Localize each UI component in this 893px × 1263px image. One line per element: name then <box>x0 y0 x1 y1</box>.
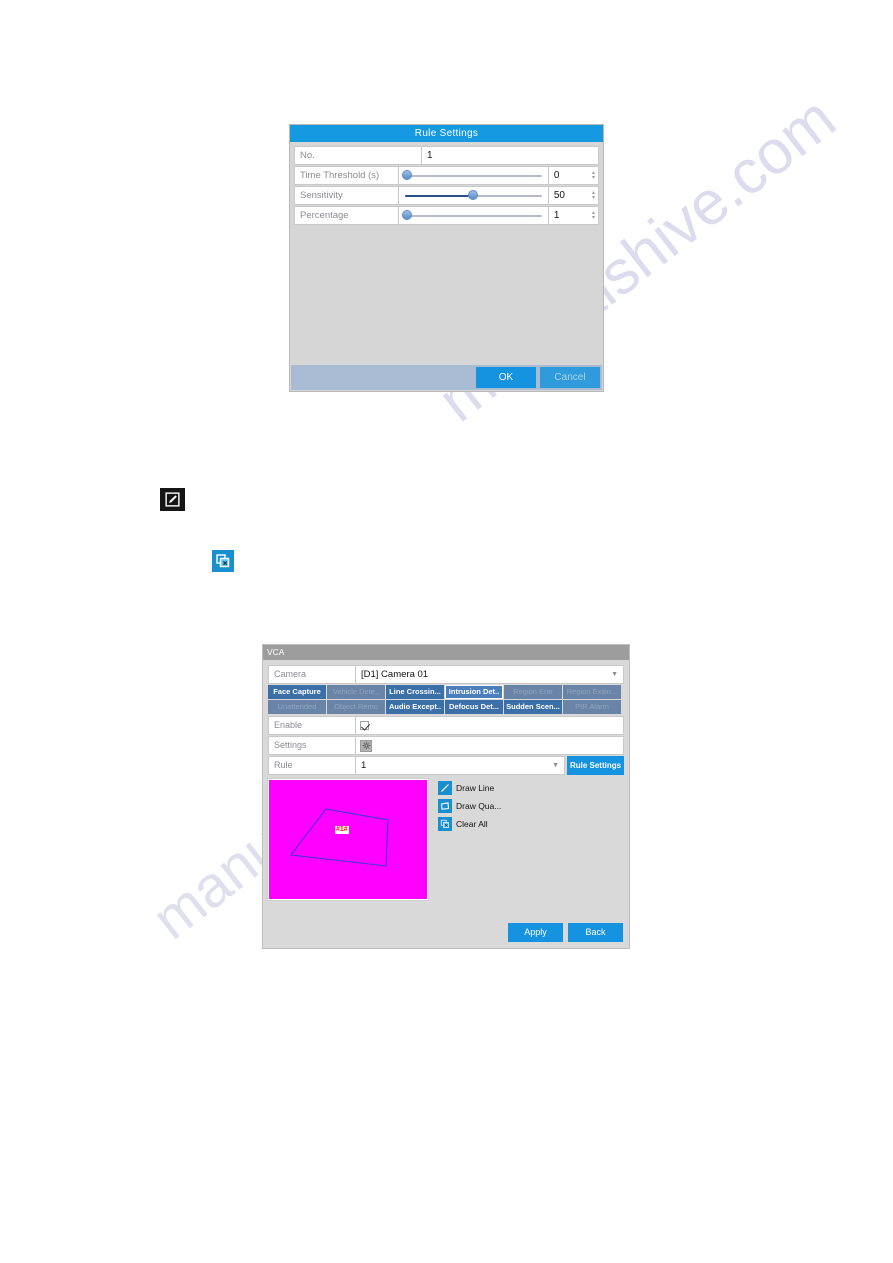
slider-track-time-threshold[interactable] <box>402 170 542 181</box>
enable-label: Enable <box>268 716 356 735</box>
clear-all-icon <box>212 550 234 572</box>
tool-label-clear-all: Clear All <box>456 819 488 829</box>
slider-track-sensitivity[interactable] <box>404 190 542 201</box>
slider-time-threshold[interactable] <box>398 166 549 185</box>
dialog-form: No. 1 Time Threshold (s) 0 ▴ ▾ Sensitivit… <box>290 142 603 369</box>
spinner-percentage[interactable]: 1 ▴ ▾ <box>548 206 599 225</box>
enable-checkbox[interactable] <box>360 721 369 730</box>
vca-footer: Apply Back <box>263 923 629 942</box>
enable-field <box>356 716 624 735</box>
draw-section: #1# Draw Line Draw Qua... Clear All <box>267 778 624 901</box>
tool-label-draw-line: Draw Line <box>456 783 495 793</box>
draw-line-glyph <box>441 784 449 792</box>
spinner-arrows-icon[interactable]: ▴ ▾ <box>592 190 595 201</box>
rule-select-value: 1 <box>361 760 367 771</box>
dialog-empty-area <box>294 226 599 369</box>
vca-event-tab-grid: Face Capture Vehicle Dete.. Line Crossin..… <box>268 685 624 715</box>
vca-tab-pir-alarm[interactable]: PIR Alarm <box>563 700 621 714</box>
slider-handle[interactable] <box>402 170 413 180</box>
draw-quadrilateral-icon <box>438 799 452 813</box>
region-polygon <box>290 808 389 867</box>
gear-glyph <box>362 741 370 750</box>
spinner-sensitivity[interactable]: 50 ▴ ▾ <box>548 186 599 205</box>
vca-tab-face-capture[interactable]: Face Capture <box>268 685 326 699</box>
form-row-time-threshold: Time Threshold (s) 0 ▴ ▾ <box>294 166 599 185</box>
tool-label-draw-quadrilateral: Draw Qua... <box>456 801 502 811</box>
camera-label: Camera <box>268 665 356 684</box>
draw-quadrilateral-glyph <box>440 802 450 810</box>
vca-tab-region-exitin[interactable]: Region Exitin... <box>563 685 621 699</box>
ok-button[interactable]: OK <box>476 367 536 388</box>
rule-label: Rule <box>268 756 356 775</box>
dialog-footer: OK Cancel <box>291 365 602 390</box>
field-value-no[interactable]: 1 <box>422 146 599 165</box>
vca-tab-object-remo[interactable]: Object Remo <box>327 700 385 714</box>
vca-window: VCA Camera [D1] Camera 01 ▼ Face Capture… <box>262 644 630 949</box>
vca-tab-intrusion-det[interactable]: Intrusion Det.. <box>445 685 503 699</box>
form-row-no: No. 1 <box>294 146 599 165</box>
slider-sensitivity[interactable] <box>398 186 549 205</box>
region-index-label: #1# <box>335 826 349 834</box>
slider-handle[interactable] <box>402 210 413 220</box>
back-button[interactable]: Back <box>568 923 623 942</box>
chevron-down-icon[interactable]: ▼ <box>611 666 618 683</box>
rule-settings-button[interactable]: Rule Settings <box>567 756 624 775</box>
slider-track-percentage[interactable] <box>402 210 542 221</box>
spinner-value-percentage: 1 <box>553 210 560 221</box>
vca-tab-line-crossin[interactable]: Line Crossin... <box>386 685 444 699</box>
camera-row: Camera [D1] Camera 01 ▼ <box>268 665 624 684</box>
cancel-button[interactable]: Cancel <box>540 367 600 388</box>
form-row-sensitivity: Sensitivity 50 ▴ ▾ <box>294 186 599 205</box>
draw-tools: Draw Line Draw Qua... Clear All <box>438 779 501 900</box>
region-draw-canvas[interactable]: #1# <box>267 778 429 901</box>
apply-button[interactable]: Apply <box>508 923 563 942</box>
tool-draw-line[interactable]: Draw Line <box>438 781 501 795</box>
form-row-percentage: Percentage 1 ▴ ▾ <box>294 206 599 225</box>
clear-all-icon <box>438 817 452 831</box>
settings-field <box>356 736 624 755</box>
clear-all-glyph <box>440 819 449 828</box>
vca-tab-vehicle-dete[interactable]: Vehicle Dete.. <box>327 685 385 699</box>
field-label-sensitivity: Sensitivity <box>294 186 399 205</box>
spinner-arrows-icon[interactable]: ▴ ▾ <box>592 210 595 221</box>
spinner-time-threshold[interactable]: 0 ▴ ▾ <box>548 166 599 185</box>
camera-select-value: [D1] Camera 01 <box>361 669 429 680</box>
field-label-time-threshold: Time Threshold (s) <box>294 166 399 185</box>
vca-window-body: Camera [D1] Camera 01 ▼ Face Capture Vehi… <box>263 660 629 901</box>
dialog-title: Rule Settings <box>290 125 603 142</box>
spinner-value-sensitivity: 50 <box>553 190 565 201</box>
slider-fill <box>404 195 474 197</box>
slider-groove <box>404 215 542 217</box>
vca-window-title: VCA <box>263 645 629 660</box>
rule-select[interactable]: 1 ▼ <box>356 756 565 775</box>
rule-settings-dialog: Rule Settings No. 1 Time Threshold (s) 0… <box>289 124 604 392</box>
clear-all-glyph <box>216 554 230 568</box>
vca-tab-sudden-scen[interactable]: Sudden Scen... <box>504 700 562 714</box>
edit-pencil-glyph <box>165 492 180 507</box>
settings-label: Settings <box>268 736 356 755</box>
field-label-no: No. <box>294 146 422 165</box>
vca-tab-unattended[interactable]: Unattended <box>268 700 326 714</box>
settings-row: Settings <box>268 736 624 755</box>
slider-handle[interactable] <box>468 190 479 200</box>
chevron-down-icon[interactable]: ▼ <box>552 757 559 774</box>
draw-line-icon <box>438 781 452 795</box>
spinner-value-time-threshold: 0 <box>553 170 560 181</box>
rule-row: Rule 1 ▼ Rule Settings <box>268 756 624 775</box>
slider-groove <box>404 175 542 177</box>
enable-row: Enable <box>268 716 624 735</box>
tool-draw-quadrilateral[interactable]: Draw Qua... <box>438 799 501 813</box>
vca-tab-region-entr[interactable]: Region Entr <box>504 685 562 699</box>
gear-icon[interactable] <box>360 739 372 752</box>
vca-tab-audio-except[interactable]: Audio Except.. <box>386 700 444 714</box>
vca-tab-defocus-det[interactable]: Defocus Det... <box>445 700 503 714</box>
edit-pencil-icon <box>160 488 185 511</box>
spinner-arrows-icon[interactable]: ▴ ▾ <box>592 170 595 181</box>
field-label-percentage: Percentage <box>294 206 399 225</box>
slider-percentage[interactable] <box>398 206 549 225</box>
tool-clear-all[interactable]: Clear All <box>438 817 501 831</box>
camera-select[interactable]: [D1] Camera 01 ▼ <box>356 665 624 684</box>
